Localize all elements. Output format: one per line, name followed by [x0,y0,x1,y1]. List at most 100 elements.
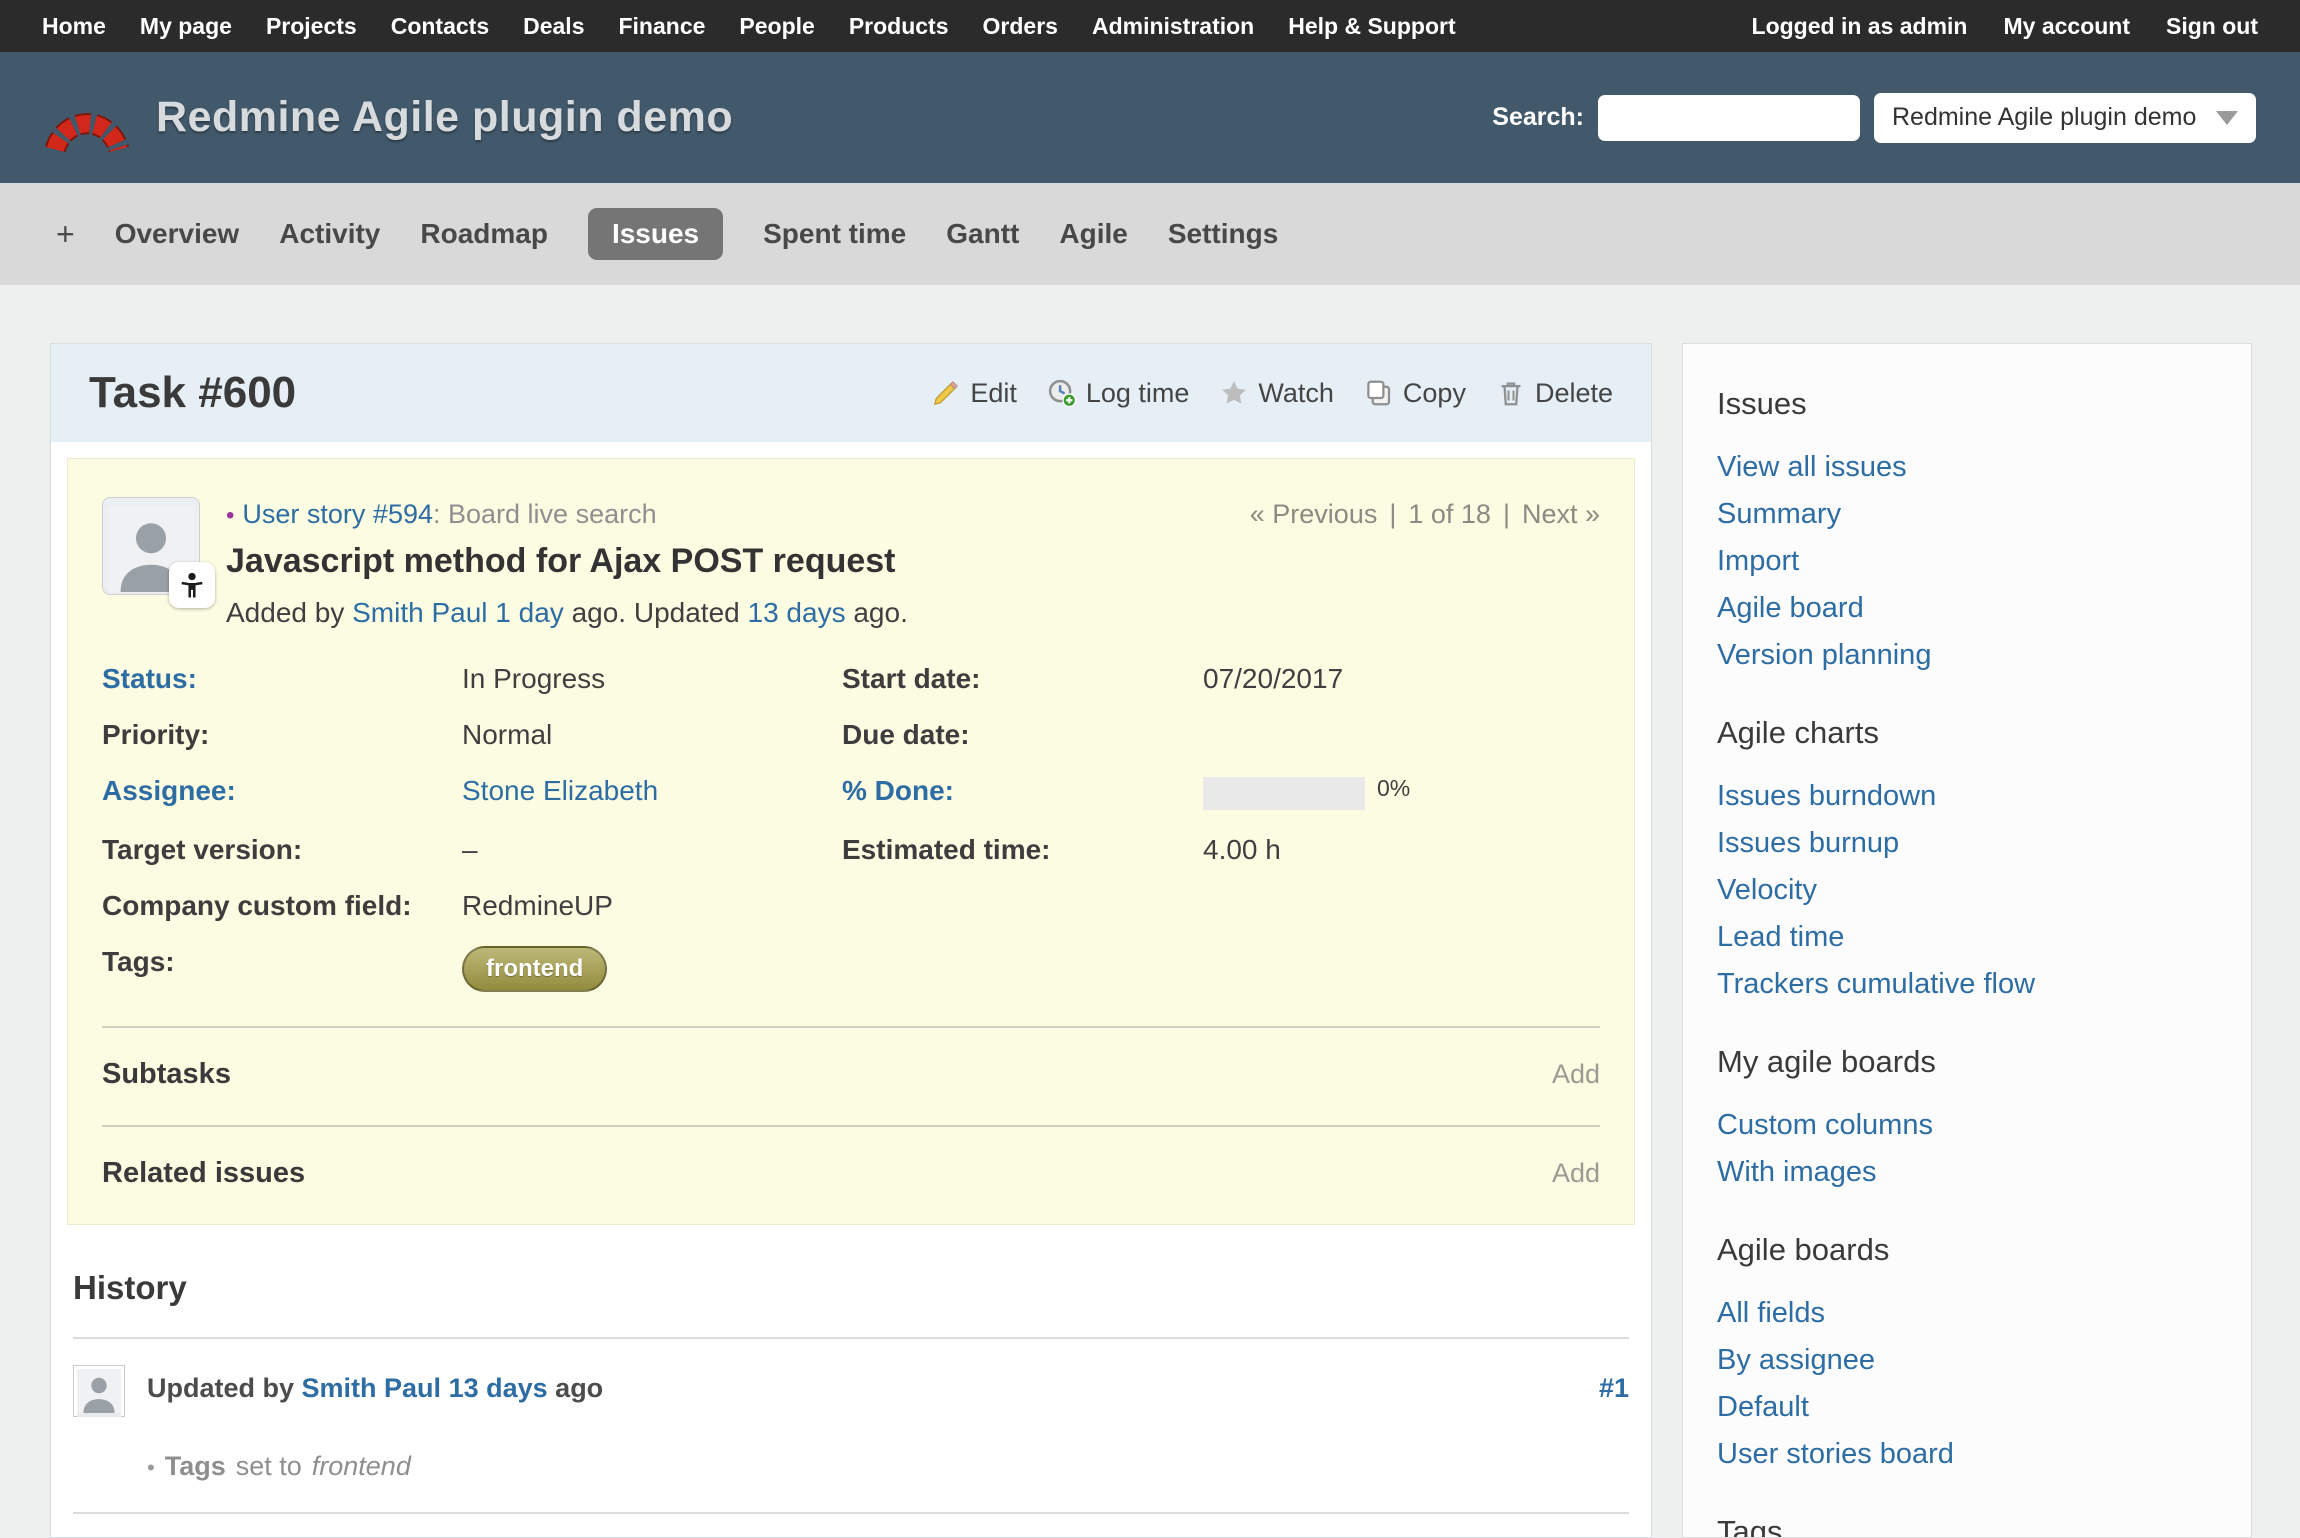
sidebar-link-view-all-issues[interactable]: View all issues [1717,444,2217,491]
updated-ago-link[interactable]: 13 days [748,597,846,628]
change-value: frontend [312,1451,411,1482]
delete-button[interactable]: Delete [1496,378,1613,409]
meta-mid-text: ago. Updated [572,597,740,628]
edit-button[interactable]: Edit [931,378,1017,409]
tag-frontend[interactable]: frontend [462,946,607,992]
sidebar-link-default[interactable]: Default [1717,1384,2217,1431]
menu-item-administration[interactable]: Administration [1092,13,1254,40]
estimated-time-value: 4.00 h [1203,834,1600,866]
chevron-down-icon [2216,111,2238,125]
status-label: Status: [102,663,462,695]
issue-toolbar: Edit Log time [931,378,1613,409]
related-issues-section: Related issues Add [102,1157,1600,1190]
menu-item-deals[interactable]: Deals [523,13,584,40]
tab-roadmap[interactable]: Roadmap [420,218,548,250]
menu-item-my-account[interactable]: My account [2003,13,2130,40]
added-ago-link[interactable]: 1 day [495,597,564,628]
assignee-link[interactable]: Stone Elizabeth [462,775,658,806]
assignee-label: Assignee: [102,775,462,807]
page-title: Task #600 [89,368,296,418]
log-time-button[interactable]: Log time [1047,378,1190,409]
brand-header: Redmine Agile plugin demo Search: Redmin… [0,52,2300,183]
issue-details-box: « Previous | 1 of 18 | Next » [67,458,1635,1225]
add-subtask-link[interactable]: Add [1552,1059,1600,1090]
brand-left: Redmine Agile plugin demo [44,78,733,157]
add-related-issue-link[interactable]: Add [1552,1158,1600,1189]
sidebar-link-import[interactable]: Import [1717,538,2217,585]
search-label: Search: [1492,103,1584,132]
issue-meta-line: Added by Smith Paul 1 day ago. Updated 1… [226,597,908,629]
menu-item-products[interactable]: Products [849,13,949,40]
sidebar-link-issues-burndown[interactable]: Issues burndown [1717,773,2217,820]
copy-icon [1364,378,1394,408]
author-avatar [102,497,200,595]
sidebar-link-user-stories-board[interactable]: User stories board [1717,1431,2217,1478]
due-date-label: Due date: [842,719,1203,751]
history-entry-line: Updated by Smith Paul 13 days ago [147,1373,603,1404]
pencil-icon [931,378,961,408]
sidebar-link-all-fields[interactable]: All fields [1717,1290,2217,1337]
sidebar-link-issues-burnup[interactable]: Issues burnup [1717,820,2217,867]
history-note-number-link[interactable]: #1 [1599,1373,1629,1404]
sidebar-link-lead-time[interactable]: Lead time [1717,914,2217,961]
issue-subject: Javascript method for Ajax POST request [226,542,908,581]
tab-gantt[interactable]: Gantt [946,218,1019,250]
watch-button[interactable]: Watch [1219,378,1334,409]
meta-suffix-text: ago. [853,597,908,628]
menu-item-home[interactable]: Home [42,13,106,40]
author-link[interactable]: Smith Paul [352,597,487,628]
menu-item-people[interactable]: People [739,13,814,40]
parent-issue-line: •User story #594: Board live search [226,499,908,530]
sidebar-link-by-assignee[interactable]: By assignee [1717,1337,2217,1384]
project-select[interactable]: Redmine Agile plugin demo [1874,93,2256,143]
history-suffix: ago [555,1373,603,1403]
next-issue-link[interactable]: Next » [1522,499,1600,530]
menu-item-finance[interactable]: Finance [618,13,705,40]
sidebar-heading-tags: Tags [1717,1514,2217,1538]
sidebar-link-summary[interactable]: Summary [1717,491,2217,538]
page-content: Task #600 Edit [0,285,2300,1538]
tab-overview[interactable]: Overview [115,218,240,250]
history-ago-link[interactable]: 13 days [449,1373,548,1403]
tab-issues[interactable]: Issues [588,208,723,260]
trash-icon [1496,378,1526,408]
copy-button[interactable]: Copy [1364,378,1466,409]
history-avatar [73,1365,125,1417]
parent-issue-link[interactable]: User story #594 [242,499,433,529]
add-tab-button[interactable]: + [56,216,75,253]
header-search-area: Search: Redmine Agile plugin demo [1492,93,2256,143]
priority-label: Priority: [102,719,462,751]
history-author-link[interactable]: Smith Paul [302,1373,442,1403]
sidebar-link-with-images[interactable]: With images [1717,1149,2217,1196]
menu-item-projects[interactable]: Projects [266,13,357,40]
done-label: % Done: [842,775,1203,807]
tab-settings[interactable]: Settings [1168,218,1278,250]
issue-main-card: Task #600 Edit [50,343,1652,1538]
related-issues-title: Related issues [102,1157,305,1190]
sidebar-link-velocity[interactable]: Velocity [1717,867,2217,914]
sidebar-link-custom-columns[interactable]: Custom columns [1717,1102,2217,1149]
previous-issue-link[interactable]: « Previous [1250,499,1378,530]
history-title: History [73,1269,1629,1307]
menu-item-sign-out[interactable]: Sign out [2166,13,2258,40]
sidebar-link-agile-board[interactable]: Agile board [1717,585,2217,632]
subtasks-section: Subtasks Add [102,1058,1600,1091]
tracker-bullet-icon: • [226,502,234,529]
menu-item-help-support[interactable]: Help & Support [1288,13,1455,40]
bullet-icon: • [147,1455,155,1481]
menu-item-my-page[interactable]: My page [140,13,232,40]
clock-plus-icon [1047,378,1077,408]
company-field-value: RedmineUP [462,890,842,922]
search-input[interactable] [1598,95,1860,141]
tab-activity[interactable]: Activity [279,218,380,250]
start-date-value: 07/20/2017 [1203,663,1600,695]
sidebar-link-version-planning[interactable]: Version planning [1717,632,2217,679]
project-select-value: Redmine Agile plugin demo [1892,103,2206,132]
tab-spent-time[interactable]: Spent time [763,218,906,250]
tab-agile[interactable]: Agile [1059,218,1127,250]
pagination-separator: | [1389,499,1396,530]
menu-item-orders[interactable]: Orders [983,13,1058,40]
history-change-detail: • Tags set to frontend [147,1451,1629,1482]
menu-item-contacts[interactable]: Contacts [391,13,489,40]
sidebar-link-trackers-cumulative-flow[interactable]: Trackers cumulative flow [1717,961,2217,1008]
